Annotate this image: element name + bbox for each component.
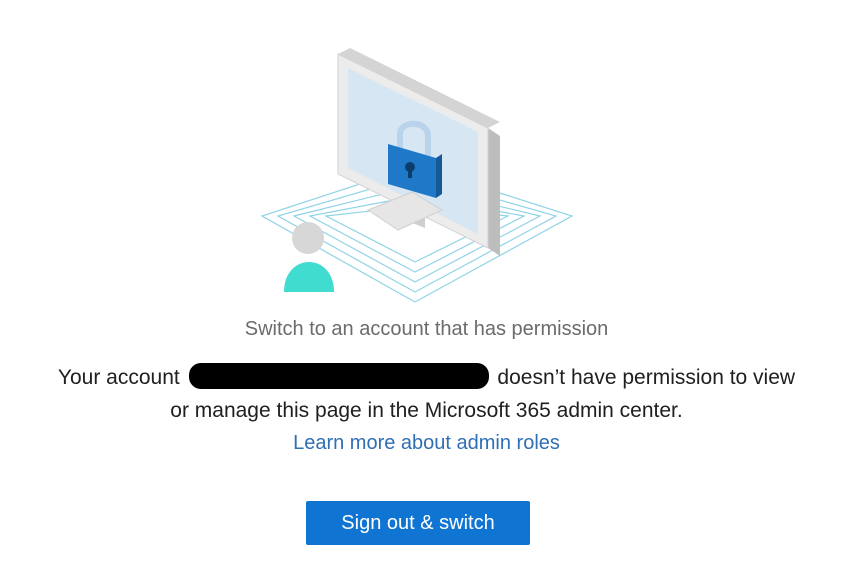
message-line-1: Your account doesn’t have permission to … <box>0 361 853 394</box>
permission-page: Switch to an account that has permission… <box>0 0 853 570</box>
locked-computer-illustration <box>260 48 574 303</box>
message-prefix: Your account <box>57 366 180 389</box>
learn-more-admin-roles-link[interactable]: Learn more about admin roles <box>0 432 853 455</box>
message-suffix: doesn’t have permission to view <box>497 366 796 389</box>
message-line-2: or manage this page in the Microsoft 365… <box>170 399 683 422</box>
sign-out-switch-button[interactable]: Sign out & switch <box>306 501 530 545</box>
page-title: Switch to an account that has permission <box>244 318 609 340</box>
monitor-icon <box>337 48 500 256</box>
permission-message: Your account doesn’t have permission to … <box>0 361 853 427</box>
redacted-account <box>188 363 489 390</box>
